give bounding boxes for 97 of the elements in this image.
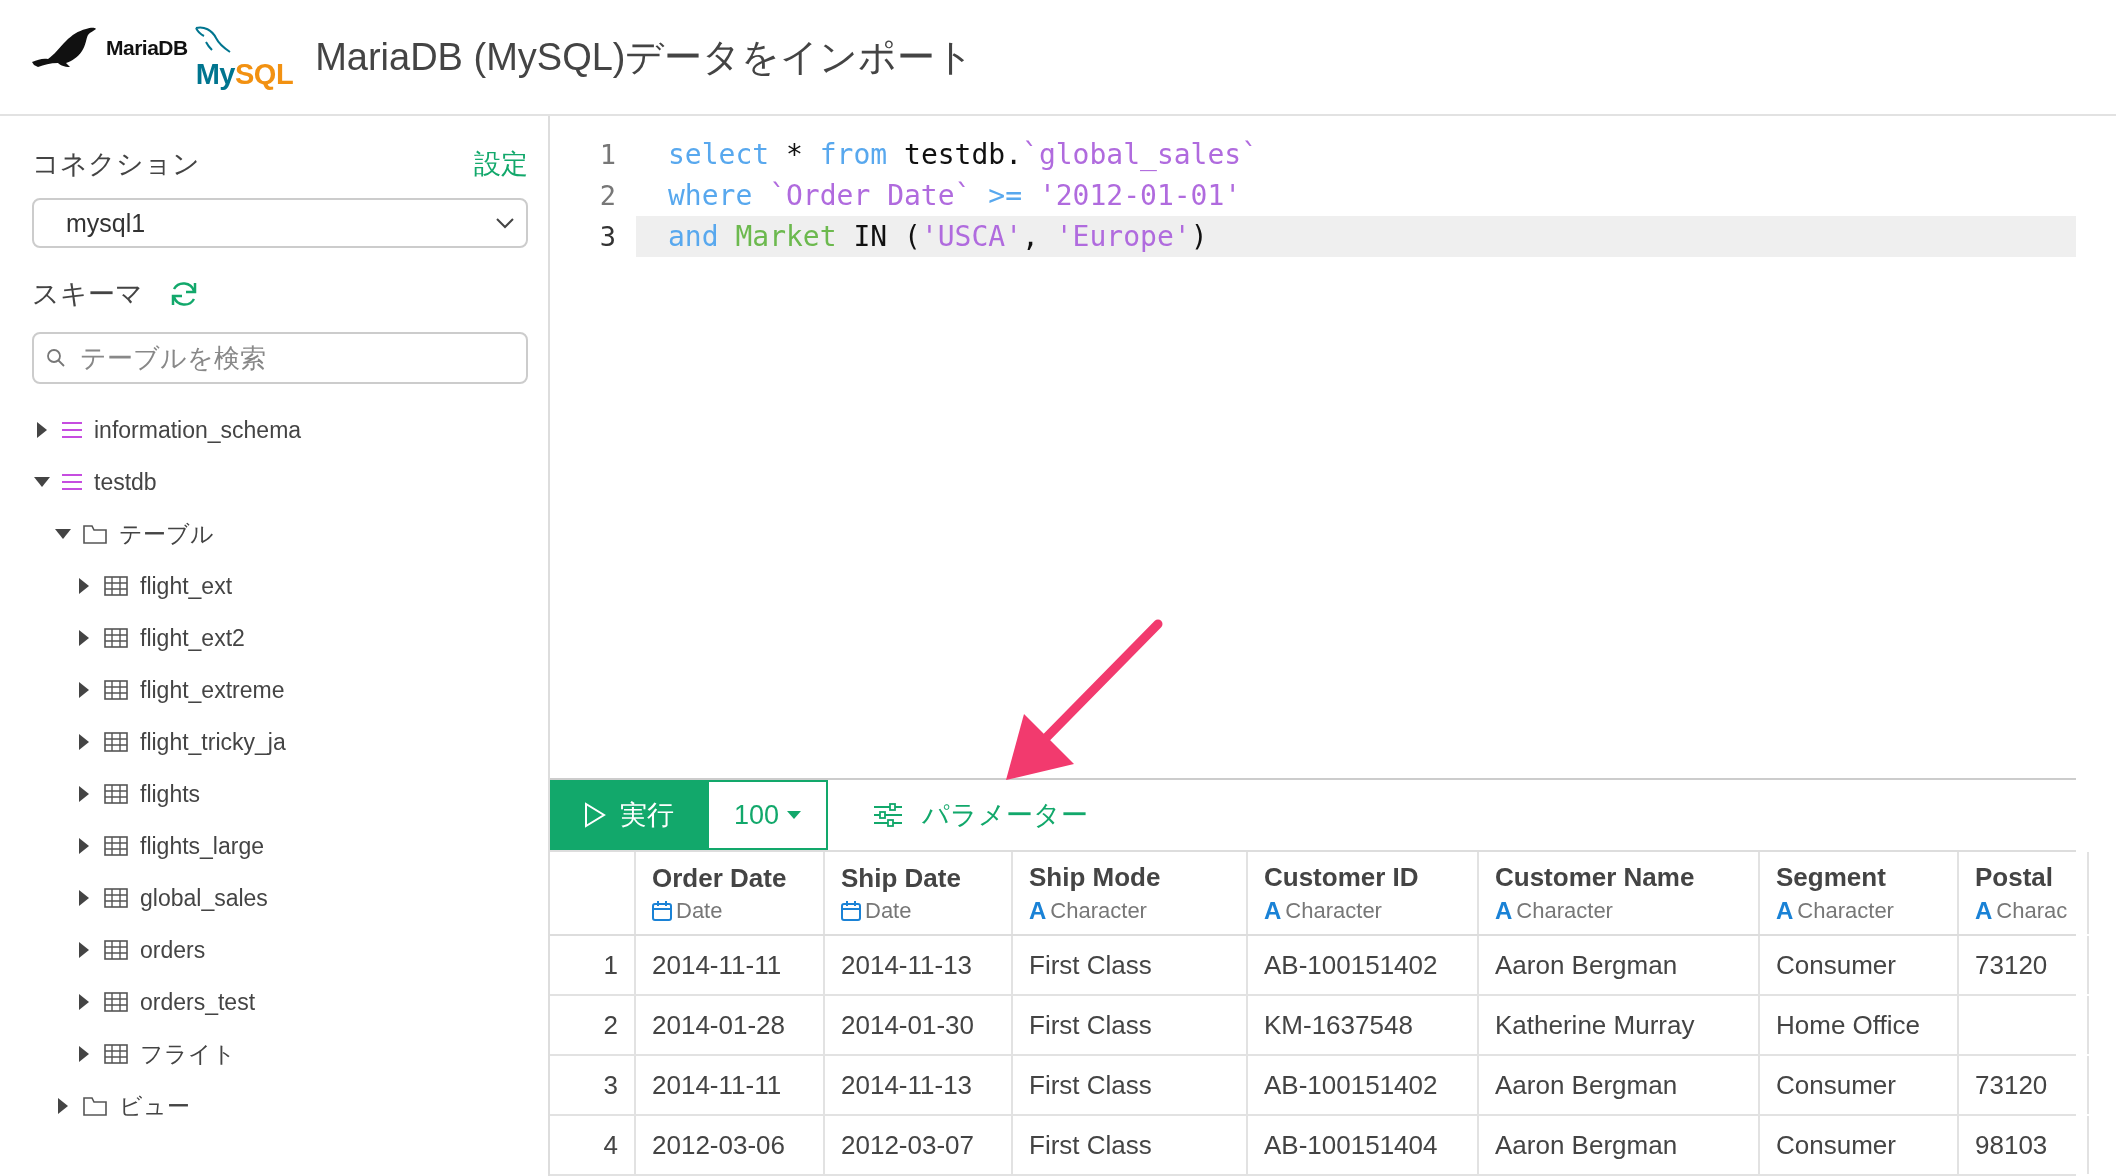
table-search-field[interactable]: テーブルを検索 xyxy=(32,332,528,384)
line-number: 2 xyxy=(598,180,616,211)
connection-label: コネクション xyxy=(32,148,200,181)
table-cell: KM-1637548 xyxy=(1248,996,1479,1054)
character-type-icon: A xyxy=(1029,896,1047,925)
caret-icon xyxy=(787,811,802,819)
column-type: Date xyxy=(676,897,723,924)
tree-item-label[interactable]: flights_large xyxy=(140,832,265,860)
row-number: 3 xyxy=(550,1056,636,1114)
table-cell: 98103 xyxy=(1959,1116,2089,1174)
table-cell: AB-100151402 xyxy=(1248,936,1479,994)
table-cell: Consumer xyxy=(1760,1056,1959,1114)
sliders-icon xyxy=(874,803,902,827)
tree-item-label[interactable]: global_sales xyxy=(140,884,268,912)
column-header[interactable]: Ship Mode xyxy=(1029,861,1246,893)
tree-item-label[interactable]: testdb xyxy=(94,468,157,496)
tree-item-label[interactable]: フライト xyxy=(140,1038,236,1070)
table-cell: Aaron Bergman xyxy=(1479,1116,1760,1174)
schema-label: スキーマ xyxy=(32,278,143,311)
tree-item-label[interactable]: orders_test xyxy=(140,988,256,1016)
tree-item-label[interactable]: flight_tricky_ja xyxy=(140,728,286,756)
character-type-icon: A xyxy=(1975,896,1993,925)
table-icon xyxy=(104,1044,128,1064)
table-cell: AB-100151402 xyxy=(1248,1056,1479,1114)
table-icon xyxy=(104,732,128,752)
table-cell: First Class xyxy=(1013,996,1248,1054)
table-cell: Home Office xyxy=(1760,996,1959,1054)
tree-item-label[interactable]: flight_extreme xyxy=(140,676,285,704)
play-icon xyxy=(583,802,606,828)
table-cell: 2014-11-13 xyxy=(825,936,1013,994)
database-list-icon xyxy=(62,474,82,490)
table-icon xyxy=(104,888,128,908)
column-header[interactable]: Customer Name xyxy=(1495,861,1758,893)
column-type: Character xyxy=(1050,897,1147,924)
table-icon xyxy=(104,680,128,700)
folder-icon xyxy=(83,1096,107,1116)
column-type: Charac xyxy=(1996,897,2068,924)
table-cell: 73120 xyxy=(1959,1056,2089,1114)
table-icon xyxy=(104,576,128,596)
table-icon xyxy=(104,628,128,648)
tree-item-label[interactable]: テーブル xyxy=(119,518,214,550)
row-number: 4 xyxy=(550,1116,636,1174)
column-type: Character xyxy=(1797,897,1894,924)
table-icon xyxy=(104,992,128,1012)
tree-item-label[interactable]: flight_ext2 xyxy=(140,624,245,652)
column-header[interactable]: Customer ID xyxy=(1264,861,1477,893)
sql-editor[interactable]: 1 select * from testdb.`global_sales` 2 where `Order Date` >= '2012-01-01' 3 and Market IN ('USCA', 'Europe') xyxy=(550,116,2076,778)
mysql-logo-text: MySQL xyxy=(195,57,294,91)
line-number: 3 xyxy=(598,221,616,252)
table-cell: First Class xyxy=(1013,936,1248,994)
table-cell: Katherine Murray xyxy=(1479,996,1760,1054)
character-type-icon: A xyxy=(1264,896,1282,925)
table-icon xyxy=(104,784,128,804)
tree-item-label[interactable]: ビュー xyxy=(119,1090,190,1122)
table-cell: First Class xyxy=(1013,1056,1248,1114)
column-header[interactable]: Postal xyxy=(1975,861,2087,893)
tree-item-label[interactable]: information_schema xyxy=(94,416,302,444)
table-cell: 2014-01-30 xyxy=(825,996,1013,1054)
table-cell: 2014-01-28 xyxy=(636,996,825,1054)
table-cell: Consumer xyxy=(1760,1116,1959,1174)
tree-item-label[interactable]: flights xyxy=(140,780,201,808)
chevron-down-icon xyxy=(496,217,514,229)
column-type: Character xyxy=(1516,897,1613,924)
table-cell: 2012-03-06 xyxy=(636,1116,825,1174)
connection-select[interactable]: mysql1 xyxy=(32,198,528,248)
row-number: 2 xyxy=(550,996,636,1054)
table-icon xyxy=(104,940,128,960)
calendar-icon xyxy=(841,900,861,921)
table-cell: AB-100151404 xyxy=(1248,1116,1479,1174)
column-header[interactable]: Segment xyxy=(1776,861,1957,893)
table-cell: 2014-11-11 xyxy=(636,936,825,994)
refresh-icon[interactable] xyxy=(169,279,199,309)
character-type-icon: A xyxy=(1495,896,1513,925)
mariadb-logo-text: MariaDB xyxy=(106,35,188,60)
table-cell: 2014-11-11 xyxy=(636,1056,825,1114)
column-header[interactable]: Order Date xyxy=(652,862,823,894)
table-cell: First Class xyxy=(1013,1116,1248,1174)
tree-item-label[interactable]: orders xyxy=(140,936,206,964)
line-number: 1 xyxy=(598,139,616,170)
table-cell: 2014-11-13 xyxy=(825,1056,1013,1114)
calendar-icon xyxy=(652,900,672,921)
table-icon xyxy=(104,836,128,856)
column-type: Character xyxy=(1285,897,1382,924)
table-cell: 73120 xyxy=(1959,936,2089,994)
column-type: Date xyxy=(865,897,912,924)
table-cell: Consumer xyxy=(1760,936,1959,994)
column-header[interactable]: Ship Date xyxy=(841,862,1011,894)
database-list-icon xyxy=(62,422,82,438)
table-cell: 2012-03-07 xyxy=(825,1116,1013,1174)
folder-icon xyxy=(83,524,107,544)
table-cell: Aaron Bergman xyxy=(1479,1056,1760,1114)
character-type-icon: A xyxy=(1776,896,1794,925)
page-title: MariaDB (MySQL)データをインポート xyxy=(315,34,975,80)
search-icon xyxy=(46,348,66,368)
tree-item-label[interactable]: flight_ext xyxy=(140,572,233,600)
table-cell: Aaron Bergman xyxy=(1479,936,1760,994)
row-number: 1 xyxy=(550,936,636,994)
